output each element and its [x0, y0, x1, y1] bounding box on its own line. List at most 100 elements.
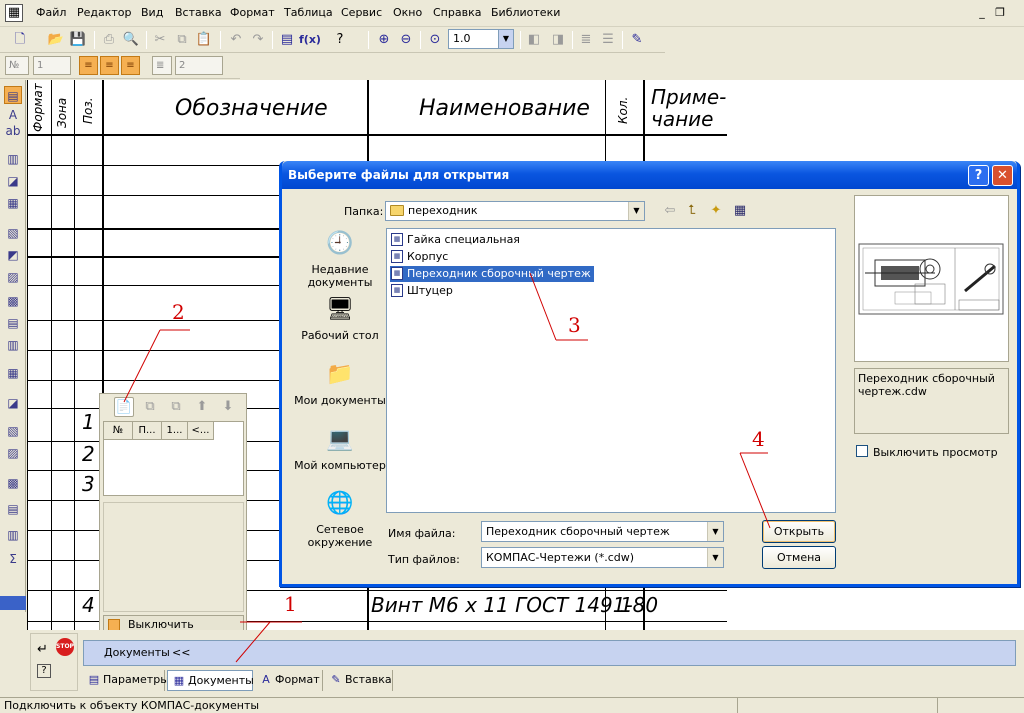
manager-icon[interactable]: ▤	[277, 30, 297, 50]
cancel-button[interactable]: Отмена	[762, 546, 836, 569]
insert-row-icon[interactable]: ≡	[79, 56, 98, 75]
undo-icon[interactable]: ↶	[226, 30, 246, 50]
back-icon[interactable]: ⇦	[660, 201, 680, 221]
place-desktop[interactable]: 🖥 Рабочий стол	[292, 293, 388, 355]
tool-icon[interactable]: ◪	[4, 172, 22, 190]
tool-icon[interactable]: ▥	[4, 150, 22, 168]
list-item[interactable]: ▦ Гайка специальная	[390, 232, 523, 248]
new-document-icon[interactable]: 🗋	[10, 30, 30, 50]
redo-icon[interactable]: ↷	[248, 30, 268, 50]
paste-object-icon[interactable]: ⧉	[166, 397, 186, 417]
add-object-icon[interactable]: 📄	[114, 397, 134, 417]
spec-column-lt[interactable]: <...	[188, 422, 214, 440]
tool-icon[interactable]: ▩	[4, 292, 22, 310]
tab-documents[interactable]: ▦ Документы	[167, 670, 254, 691]
move-down-icon[interactable]: ⬇	[218, 397, 238, 417]
sigma-icon[interactable]: Σ	[4, 550, 22, 568]
app-icon[interactable]: ▦	[5, 4, 23, 22]
disable-preview-checkbox[interactable]	[856, 445, 868, 457]
zoom-in-icon[interactable]: ⊕	[374, 30, 394, 50]
delete-row-icon[interactable]: ≡	[121, 56, 140, 75]
menu-table[interactable]: Таблица	[284, 6, 333, 19]
menu-help[interactable]: Справка	[433, 6, 481, 19]
tool-icon[interactable]: ▤	[4, 314, 22, 332]
spelling-icon[interactable]: ab	[4, 122, 22, 140]
left-panel-scroll[interactable]	[0, 596, 26, 610]
menu-view[interactable]: Вид	[141, 6, 163, 19]
tool-icon[interactable]: ▥	[4, 526, 22, 544]
specification-icon[interactable]: ▤	[4, 86, 22, 104]
menu-window[interactable]: Окно	[393, 6, 422, 19]
formula-icon[interactable]: f(x)	[299, 30, 321, 50]
filetype-select[interactable]: КОМПАС-Чертежи (*.cdw) ▼	[481, 547, 724, 568]
collapse-button[interactable]: <<	[172, 646, 190, 659]
zoom-out-icon[interactable]: ⊖	[396, 30, 416, 50]
zoom-select[interactable]: 1.0 ▼	[448, 29, 514, 49]
pan-icon[interactable]: ◧	[524, 30, 544, 50]
tab-insert[interactable]: ✎ Вставка	[325, 670, 393, 691]
copy-icon[interactable]: ⧉	[172, 30, 192, 50]
wand-icon[interactable]: ✎	[627, 30, 647, 50]
print-preview-icon[interactable]: 🔍	[121, 30, 141, 50]
spec-column-number[interactable]: №	[104, 422, 133, 440]
new-folder-icon[interactable]: ✦	[706, 201, 726, 221]
minimize-button[interactable]: _	[975, 7, 989, 20]
open-button[interactable]: Открыть	[762, 520, 836, 543]
lines-count-field[interactable]: 2	[175, 56, 223, 75]
chevron-down-icon[interactable]: ▼	[707, 522, 723, 541]
tool-icon[interactable]: ◩	[4, 246, 22, 264]
menu-libraries[interactable]: Библиотеки	[491, 6, 560, 19]
chevron-down-icon[interactable]: ▼	[498, 30, 513, 48]
copy-object-icon[interactable]: ⧉	[140, 397, 160, 417]
list-item-selected[interactable]: ▦ Переходник сборочный чертеж	[390, 266, 594, 282]
number-field[interactable]: 1	[33, 56, 71, 75]
move-up-icon[interactable]: ⬆	[192, 397, 212, 417]
menu-editor[interactable]: Редактор	[77, 6, 132, 19]
tool-icon[interactable]: ▥	[4, 336, 22, 354]
place-recent[interactable]: 🕘 Недавние документы	[292, 227, 388, 289]
filename-input[interactable]: Переходник сборочный чертеж ▼	[481, 521, 724, 542]
spec-column-p[interactable]: П...	[133, 422, 162, 440]
chevron-down-icon[interactable]: ▼	[628, 202, 644, 220]
open-folder-icon[interactable]: 📂	[46, 30, 66, 50]
tool-icon[interactable]: ▤	[4, 500, 22, 518]
documents-label[interactable]: Документы	[104, 646, 170, 659]
folder-select[interactable]: переходник ▼	[385, 201, 645, 221]
tab-format[interactable]: A Формат	[255, 670, 323, 691]
help-cursor-icon[interactable]: ?	[330, 30, 350, 50]
paste-icon[interactable]: 📋	[194, 30, 214, 50]
stop-icon[interactable]: STOP	[56, 638, 74, 656]
properties-icon[interactable]: ☰	[598, 30, 618, 50]
help-button[interactable]: ?	[968, 165, 989, 186]
numbering-icon[interactable]: №	[5, 56, 29, 75]
refresh-icon[interactable]: ◨	[548, 30, 568, 50]
print-icon[interactable]: ⎙	[99, 30, 119, 50]
place-network[interactable]: 🌐 Сетевое окружение	[292, 487, 388, 549]
lines-icon[interactable]: ≣	[152, 56, 172, 75]
spec-column-1[interactable]: 1...	[162, 422, 188, 440]
place-my-documents[interactable]: 📁 Мои документы	[292, 358, 388, 420]
tool-icon[interactable]: ▧	[4, 224, 22, 242]
chevron-down-icon[interactable]: ▼	[707, 548, 723, 567]
tool-icon[interactable]: ▩	[4, 474, 22, 492]
tool-icon[interactable]: ▦	[4, 364, 22, 382]
tool-icon[interactable]: ◪	[4, 394, 22, 412]
tool-icon[interactable]: ▨	[4, 268, 22, 286]
list-item[interactable]: ▦ Штуцер	[390, 283, 456, 299]
menu-file[interactable]: Файл	[36, 6, 66, 19]
menu-service[interactable]: Сервис	[341, 6, 382, 19]
cut-icon[interactable]: ✂	[150, 30, 170, 50]
view-menu-icon[interactable]: ▦	[730, 201, 750, 221]
save-icon[interactable]: 💾	[68, 30, 88, 50]
list-item[interactable]: ▦ Корпус	[390, 249, 451, 265]
list-icon[interactable]: ≣	[576, 30, 596, 50]
tool-icon[interactable]: ▦	[4, 194, 22, 212]
close-button[interactable]: ✕	[992, 165, 1013, 186]
enter-icon[interactable]: ↵	[37, 642, 48, 657]
menu-format[interactable]: Формат	[230, 6, 275, 19]
file-list[interactable]: ▦ Гайка специальная ▦ Корпус ▦ Переходник с…	[386, 228, 836, 513]
tool-icon[interactable]: ▨	[4, 444, 22, 462]
up-folder-icon[interactable]: ⮤	[682, 201, 702, 221]
dialog-title-bar[interactable]: Выберите файлы для открытия ? ✕	[282, 161, 1017, 189]
tool-icon[interactable]: ▧	[4, 422, 22, 440]
